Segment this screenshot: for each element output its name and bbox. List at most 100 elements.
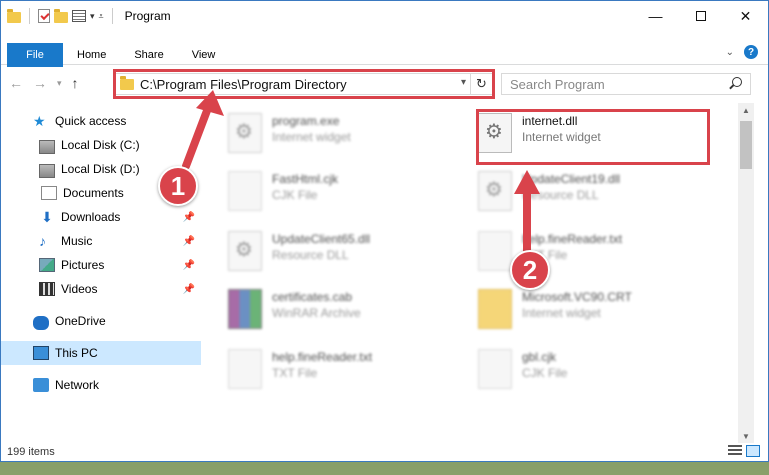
- file-item[interactable]: certificates.cab WinRAR Archive: [228, 289, 361, 339]
- file-item[interactable]: FastHtml.cjk CJK File: [228, 171, 338, 221]
- target-file-highlight-box: [476, 109, 710, 165]
- explorer-window: ▾ ⩡ Program — ✕ File Home Share View ⌄ ?…: [0, 0, 769, 462]
- text-file-icon: [228, 349, 262, 389]
- pin-icon[interactable]: 📌: [183, 260, 195, 271]
- tab-file[interactable]: File: [7, 43, 63, 67]
- file-name: Microsoft.VC90.CRT: [522, 290, 632, 304]
- nav-buttons: ← → ▾ ↑: [9, 75, 79, 91]
- sidebar-item-label: Pictures: [61, 258, 105, 272]
- search-box[interactable]: [501, 73, 751, 95]
- file-type: Internet widget: [272, 130, 351, 144]
- file-type: Internet widget: [522, 306, 601, 320]
- file-item[interactable]: gbl.cjk CJK File: [478, 349, 567, 399]
- refresh-button[interactable]: ↻: [470, 74, 492, 94]
- large-icons-view-icon[interactable]: [746, 445, 760, 457]
- up-button[interactable]: ↑: [72, 75, 79, 91]
- chevron-down-icon[interactable]: ▾: [461, 77, 466, 88]
- file-type: CJK File: [272, 188, 318, 202]
- sidebar-item-label: Downloads: [61, 210, 121, 224]
- file-icon: [228, 171, 262, 211]
- tab-share[interactable]: Share: [120, 43, 177, 67]
- sidebar-item-label: Documents: [63, 186, 124, 200]
- navigation-bar: ← → ▾ ↑ C:\Program Files\Program Directo…: [1, 65, 768, 103]
- sidebar-item-this-pc[interactable]: This PC: [1, 341, 201, 365]
- ribbon: File Home Share View ⌄ ?: [1, 31, 768, 67]
- forward-button[interactable]: →: [33, 75, 47, 91]
- star-icon: ★: [33, 113, 46, 129]
- scrollbar-thumb[interactable]: [740, 121, 752, 169]
- customize-toolbar-icon[interactable]: ⩡: [99, 11, 104, 22]
- help-icon[interactable]: ?: [744, 45, 758, 59]
- file-item[interactable]: UpdateClient19.dll Resource DLL: [478, 171, 620, 221]
- quick-access-toolbar: ▾ ⩡: [7, 8, 117, 24]
- new-folder-icon[interactable]: [54, 8, 68, 23]
- documents-icon: [41, 186, 57, 200]
- file-item[interactable]: program.exe Internet widget: [228, 113, 351, 163]
- step-1-badge: 1: [158, 166, 198, 206]
- download-arrow-icon: ⬇: [41, 209, 53, 225]
- cloud-icon: [33, 315, 49, 330]
- sidebar-item-network[interactable]: Network: [1, 373, 201, 397]
- chevron-down-icon[interactable]: ▾: [90, 11, 95, 22]
- window-title: Program: [124, 9, 171, 23]
- file-list: program.exe Internet widget internet.dll…: [206, 103, 736, 437]
- file-item[interactable]: UpdateClient65.dll Resource DLL: [228, 231, 370, 281]
- address-bar[interactable]: C:\Program Files\Program Directory ▾ ↻: [113, 73, 493, 95]
- sidebar-item-label: OneDrive: [55, 314, 106, 328]
- sidebar-item-videos[interactable]: Videos 📌: [1, 277, 201, 301]
- customize-icon[interactable]: [72, 10, 86, 22]
- tab-view[interactable]: View: [178, 43, 230, 67]
- sidebar-item-music[interactable]: ♪ Music 📌: [1, 229, 201, 253]
- item-count: 199 items: [7, 446, 55, 458]
- file-name: gbl.cjk: [522, 350, 557, 364]
- executable-icon: [228, 113, 262, 153]
- folder-icon: [120, 76, 134, 90]
- sidebar-item-downloads[interactable]: ⬇ Downloads 📌: [1, 205, 201, 229]
- pin-icon[interactable]: 📌: [183, 212, 195, 223]
- recent-dropdown-icon[interactable]: ▾: [57, 78, 62, 91]
- search-input[interactable]: [510, 76, 720, 92]
- file-name: UpdateClient19.dll: [522, 172, 621, 186]
- toolbar-divider: [29, 8, 30, 24]
- file-item[interactable]: help.fineReader.txt TXT File: [228, 349, 372, 399]
- ribbon-right: ⌄ ?: [726, 45, 758, 59]
- details-view-icon[interactable]: [728, 445, 742, 457]
- sidebar-item-label: Music: [61, 234, 93, 248]
- sidebar-item-local-disk-c[interactable]: Local Disk (C:): [1, 133, 201, 157]
- back-button[interactable]: ←: [9, 75, 23, 91]
- title-bar: ▾ ⩡ Program — ✕: [1, 1, 768, 31]
- minimize-button[interactable]: —: [633, 1, 678, 31]
- file-name: help.fineReader.txt: [522, 232, 623, 246]
- file-type: Resource DLL: [522, 188, 599, 202]
- pin-icon[interactable]: 📌: [183, 284, 195, 295]
- music-note-icon: ♪: [39, 233, 46, 249]
- file-item[interactable]: Microsoft.VC90.CRT Internet widget: [478, 289, 632, 339]
- expand-ribbon-icon[interactable]: ⌄: [726, 47, 734, 58]
- scroll-up-arrow-icon[interactable]: ▲: [738, 103, 754, 117]
- address-path[interactable]: C:\Program Files\Program Directory: [140, 77, 347, 92]
- sidebar-item-onedrive[interactable]: OneDrive: [1, 309, 201, 333]
- pin-icon[interactable]: 📌: [183, 236, 195, 247]
- maximize-button[interactable]: [678, 1, 723, 31]
- file-type: CJK File: [522, 366, 568, 380]
- file-type: Resource DLL: [272, 248, 349, 262]
- tab-home[interactable]: Home: [63, 43, 120, 67]
- properties-check-icon[interactable]: [38, 9, 50, 23]
- vertical-scrollbar[interactable]: ▲ ▼: [738, 103, 754, 443]
- close-button[interactable]: ✕: [723, 1, 768, 31]
- file-name: program.exe: [272, 114, 340, 128]
- view-switcher: [728, 445, 760, 457]
- sidebar-item-quick-access[interactable]: ★ Quick access: [1, 109, 201, 133]
- drive-icon: [39, 163, 55, 178]
- file-item[interactable]: help.fineReader.txt TXT File: [478, 231, 622, 281]
- drive-icon: [39, 139, 55, 154]
- file-type: WinRAR Archive: [272, 306, 361, 320]
- sidebar-item-pictures[interactable]: Pictures 📌: [1, 253, 201, 277]
- folder-icon[interactable]: [7, 8, 21, 23]
- dll-gear-icon: [228, 231, 262, 271]
- file-type: TXT File: [272, 366, 318, 380]
- file-name: UpdateClient65.dll: [272, 232, 371, 246]
- sidebar-item-label: Quick access: [55, 114, 127, 128]
- window-controls: — ✕: [633, 1, 768, 31]
- sidebar-item-label: This PC: [55, 346, 98, 360]
